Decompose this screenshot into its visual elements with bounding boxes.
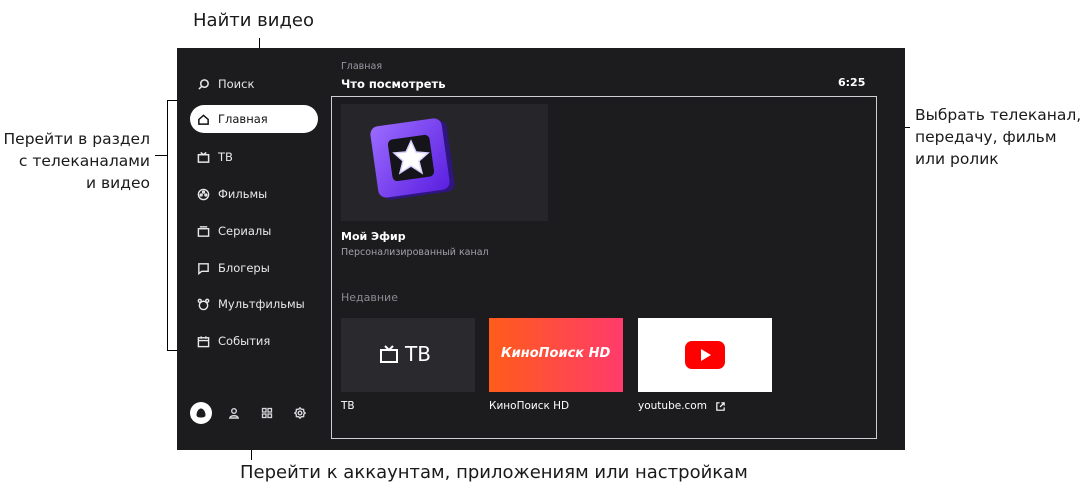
home-icon <box>196 112 210 126</box>
annotation-sections-bracket-b <box>167 350 177 351</box>
calendar-icon <box>196 334 210 348</box>
sidebar-item-label: Блогеры <box>218 261 270 275</box>
sidebar-item-label: События <box>218 334 271 348</box>
sidebar-item-cartoons[interactable]: Мультфильмы <box>190 290 318 318</box>
sidebar-item-home[interactable]: Главная <box>190 105 318 133</box>
sidebar-item-films[interactable]: Фильмы <box>190 180 318 208</box>
tv-icon <box>196 150 210 164</box>
annotation-sections-bracket-t <box>167 100 177 101</box>
sidebar-item-events[interactable]: События <box>190 327 318 355</box>
annotation-choose-line3: или ролик <box>915 150 999 168</box>
bottom-icon-bar <box>190 402 322 424</box>
annotation-sections-line1: Перейти в раздел <box>3 130 150 148</box>
cartoon-icon <box>196 297 210 311</box>
annotation-sections-stem <box>155 155 167 156</box>
breadcrumb: Главная <box>341 61 383 72</box>
annotation-choose: Выбрать телеканал, передачу, фильм или р… <box>915 104 1081 170</box>
annotation-choose-line2: передачу, фильм <box>915 128 1057 146</box>
annotation-sections-bracket-v <box>167 100 168 350</box>
content-highlight-frame <box>331 96 877 439</box>
sidebar-item-series[interactable]: Сериалы <box>190 217 318 245</box>
clock: 6:25 <box>838 76 866 89</box>
settings-icon[interactable] <box>289 402 311 424</box>
sidebar-item-label: Мультфильмы <box>218 297 305 311</box>
annotation-choose-line1: Выбрать телеканал, <box>915 106 1082 124</box>
apps-icon[interactable] <box>256 402 278 424</box>
page-title: Что посмотреть <box>341 77 446 91</box>
sidebar-item-label: Главная <box>218 112 268 126</box>
annotation-bottom: Перейти к аккаунтам, приложениям или нас… <box>240 462 748 483</box>
sidebar-item-label: ТВ <box>218 150 233 164</box>
account-icon[interactable] <box>223 402 245 424</box>
film-reel-icon <box>196 187 210 201</box>
annotation-sections: Перейти в раздел с телеканалами и видео <box>0 128 150 194</box>
sidebar-search-label: Поиск <box>218 77 255 91</box>
chat-icon <box>196 261 210 275</box>
sidebar-search[interactable]: Поиск <box>190 70 318 98</box>
sidebar-item-label: Фильмы <box>218 187 268 201</box>
sidebar-item-label: Сериалы <box>218 224 272 238</box>
annotation-search: Найти видео <box>193 10 315 31</box>
search-icon <box>196 77 210 91</box>
sidebar-item-bloggers[interactable]: Блогеры <box>190 254 318 282</box>
annotation-sections-line2: с телеканалами <box>18 152 150 170</box>
annotation-sections-line3: и видео <box>86 174 150 192</box>
series-icon <box>196 224 210 238</box>
alisa-icon[interactable] <box>190 402 212 424</box>
sidebar-item-tv[interactable]: ТВ <box>190 143 318 171</box>
